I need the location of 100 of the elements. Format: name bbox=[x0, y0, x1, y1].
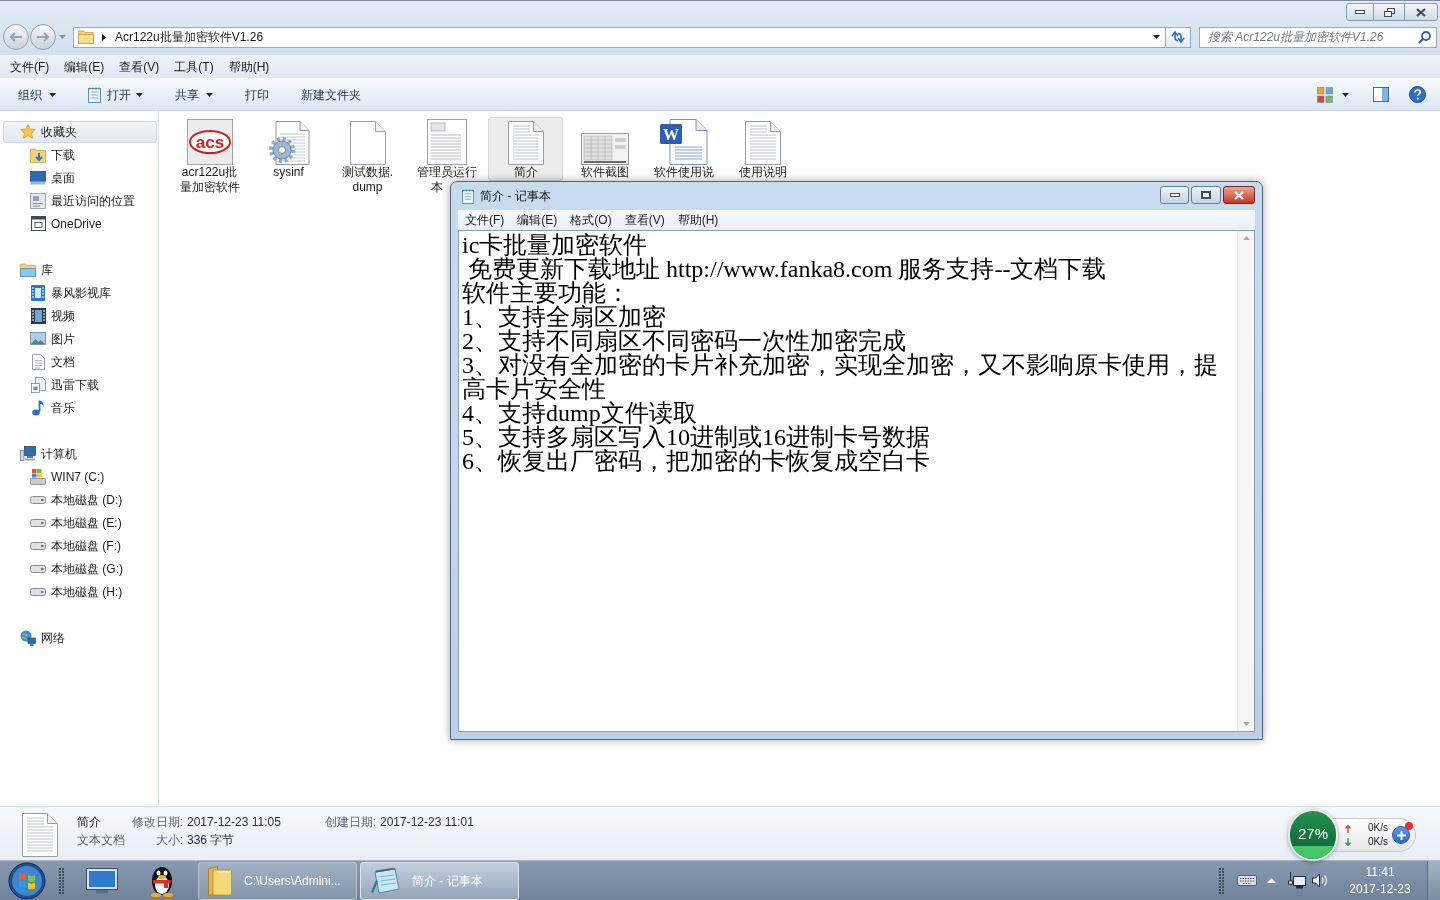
sidebar-item[interactable]: 文档 bbox=[30, 352, 75, 371]
restore-icon bbox=[1383, 7, 1395, 17]
scroll-down-arrow-icon bbox=[1242, 722, 1250, 726]
menu-item[interactable]: 编辑(E) bbox=[58, 56, 111, 77]
field-value: 336 字节 bbox=[187, 832, 235, 849]
document-thumbnail-icon bbox=[426, 119, 467, 165]
start-button[interactable] bbox=[7, 861, 47, 900]
toolbar-menu-button[interactable]: 共享 bbox=[165, 82, 223, 107]
speaker-icon bbox=[1312, 873, 1328, 888]
menu-item[interactable]: 编辑(E) bbox=[513, 211, 562, 229]
restore-button[interactable] bbox=[1374, 3, 1405, 21]
menu-item[interactable]: 格式(O) bbox=[566, 211, 616, 229]
file-item[interactable]: 使用说明 bbox=[725, 117, 800, 181]
sidebar-item[interactable]: 迅雷下载 bbox=[30, 375, 99, 394]
sidebar-group-header[interactable]: 网络 bbox=[19, 626, 66, 649]
refresh-icon bbox=[1171, 31, 1185, 43]
sidebar-item[interactable]: OneDrive bbox=[30, 214, 102, 233]
file-item[interactable]: 软件截图 bbox=[567, 117, 642, 181]
sidebar-group-header[interactable]: 收藏夹 bbox=[3, 120, 157, 143]
sidebar-item[interactable]: 本地磁盘 (G:) bbox=[30, 559, 123, 578]
file-item[interactable]: 简介 bbox=[488, 117, 563, 181]
toolbar-button[interactable]: 新建文件夹 bbox=[291, 82, 371, 107]
file-item[interactable]: sysinf bbox=[251, 117, 326, 181]
sidebar-item[interactable]: 音乐 bbox=[30, 398, 75, 417]
notification-dot-icon bbox=[1405, 822, 1413, 830]
file-item[interactable]: acs acr122u批 量加密软件 bbox=[172, 117, 247, 196]
monitor-icon bbox=[86, 867, 118, 894]
vertical-scrollbar[interactable] bbox=[1237, 231, 1254, 731]
breadcrumb-item[interactable]: Acr122u批量加密软件V1.26 bbox=[112, 28, 267, 46]
file-item[interactable]: 测试数据. dump bbox=[330, 117, 405, 196]
sidebar-item[interactable]: 图片 bbox=[30, 329, 75, 348]
sidebar-item[interactable]: 本地磁盘 (F:) bbox=[30, 536, 121, 555]
minimize-icon bbox=[1355, 10, 1365, 14]
preview-pane-icon bbox=[1373, 87, 1389, 102]
sidebar-item[interactable]: 暴风影视库 bbox=[30, 283, 111, 302]
tray-clock[interactable]: 11:41 2017-12-23 bbox=[1346, 863, 1414, 898]
search-field[interactable]: 搜索 Acr122u批量加密软件V1.26 bbox=[1199, 26, 1437, 48]
gear-file-icon bbox=[267, 121, 310, 165]
sidebar-group-header[interactable]: 库 bbox=[19, 258, 54, 281]
picture-icon bbox=[30, 332, 46, 345]
download-speed: 0K/s bbox=[1368, 835, 1388, 849]
menu-item[interactable]: 文件(F) bbox=[461, 211, 509, 229]
close-icon bbox=[1416, 7, 1426, 17]
sidebar-item[interactable]: WIN7 (C:) bbox=[30, 467, 105, 486]
menu-item[interactable]: 帮助(H) bbox=[222, 56, 276, 77]
folder-icon bbox=[208, 865, 232, 896]
up-arrow-icon bbox=[1267, 878, 1276, 883]
address-bar[interactable]: Acr122u批量加密软件V1.26 bbox=[73, 26, 1166, 48]
text-file-icon bbox=[744, 121, 781, 165]
open-button[interactable]: 打开 bbox=[78, 82, 153, 107]
percent-gauge[interactable]: 27% bbox=[1290, 811, 1336, 859]
add-button[interactable] bbox=[1392, 826, 1410, 844]
system-drive-icon bbox=[30, 468, 46, 485]
field-label: 大小: bbox=[155, 833, 183, 847]
help-icon bbox=[1409, 86, 1426, 103]
document-page-icon bbox=[31, 353, 45, 370]
network-status-icon bbox=[1288, 872, 1306, 889]
stacked-documents-icon bbox=[30, 376, 46, 393]
plus-icon bbox=[1396, 830, 1406, 840]
minimize-button[interactable] bbox=[1346, 3, 1374, 21]
folder-icon bbox=[78, 30, 94, 44]
field-label: 修改日期: bbox=[131, 815, 183, 829]
drive-icon bbox=[30, 495, 46, 504]
file-item[interactable]: W 软件使用说 bbox=[646, 117, 721, 181]
music-note-icon bbox=[32, 399, 44, 416]
sidebar-item[interactable]: 本地磁盘 (E:) bbox=[30, 513, 122, 532]
sidebar-item[interactable]: 本地磁盘 (H:) bbox=[30, 582, 123, 601]
caret-icon bbox=[49, 92, 56, 97]
sidebar-item[interactable]: 最近访问的位置 bbox=[30, 191, 135, 210]
close-button[interactable] bbox=[1223, 186, 1255, 204]
drive-icon bbox=[30, 518, 46, 527]
upload-arrow-icon bbox=[1345, 824, 1351, 833]
sidebar-item[interactable]: 桌面 bbox=[30, 168, 75, 187]
menu-item[interactable]: 查看(V) bbox=[620, 211, 669, 229]
toolbar-menu-button[interactable]: 组织 bbox=[8, 82, 66, 107]
maximize-button[interactable] bbox=[1191, 186, 1221, 204]
text-file-icon bbox=[507, 121, 544, 165]
menu-item[interactable]: 工具(T) bbox=[168, 56, 220, 77]
film-library-icon bbox=[31, 284, 45, 301]
caret-icon bbox=[136, 92, 143, 97]
network-icon bbox=[20, 629, 36, 646]
refresh-button[interactable] bbox=[1166, 26, 1191, 48]
library-folder-icon bbox=[20, 262, 36, 277]
penguin-icon bbox=[149, 864, 175, 897]
menu-item[interactable]: 查看(V) bbox=[113, 56, 166, 77]
menu-item[interactable]: 帮助(H) bbox=[673, 211, 723, 229]
sidebar-item[interactable]: 本地磁盘 (D:) bbox=[30, 490, 123, 509]
show-desktop-button[interactable] bbox=[1427, 861, 1440, 900]
close-icon bbox=[1234, 190, 1244, 200]
sidebar-group-header[interactable]: 计算机 bbox=[19, 442, 78, 465]
sidebar-item[interactable]: 下载 bbox=[30, 145, 75, 164]
file-type: 文本文档 bbox=[77, 832, 125, 849]
maximize-icon bbox=[1201, 191, 1211, 199]
film-strip-icon bbox=[30, 307, 46, 324]
minimize-button[interactable] bbox=[1160, 186, 1189, 204]
toolbar-button[interactable]: 打印 bbox=[235, 82, 279, 107]
menu-item[interactable]: 文件(F) bbox=[4, 56, 56, 77]
text-file-icon bbox=[22, 813, 58, 857]
close-button[interactable] bbox=[1405, 3, 1438, 21]
sidebar-item[interactable]: 视频 bbox=[30, 306, 75, 325]
